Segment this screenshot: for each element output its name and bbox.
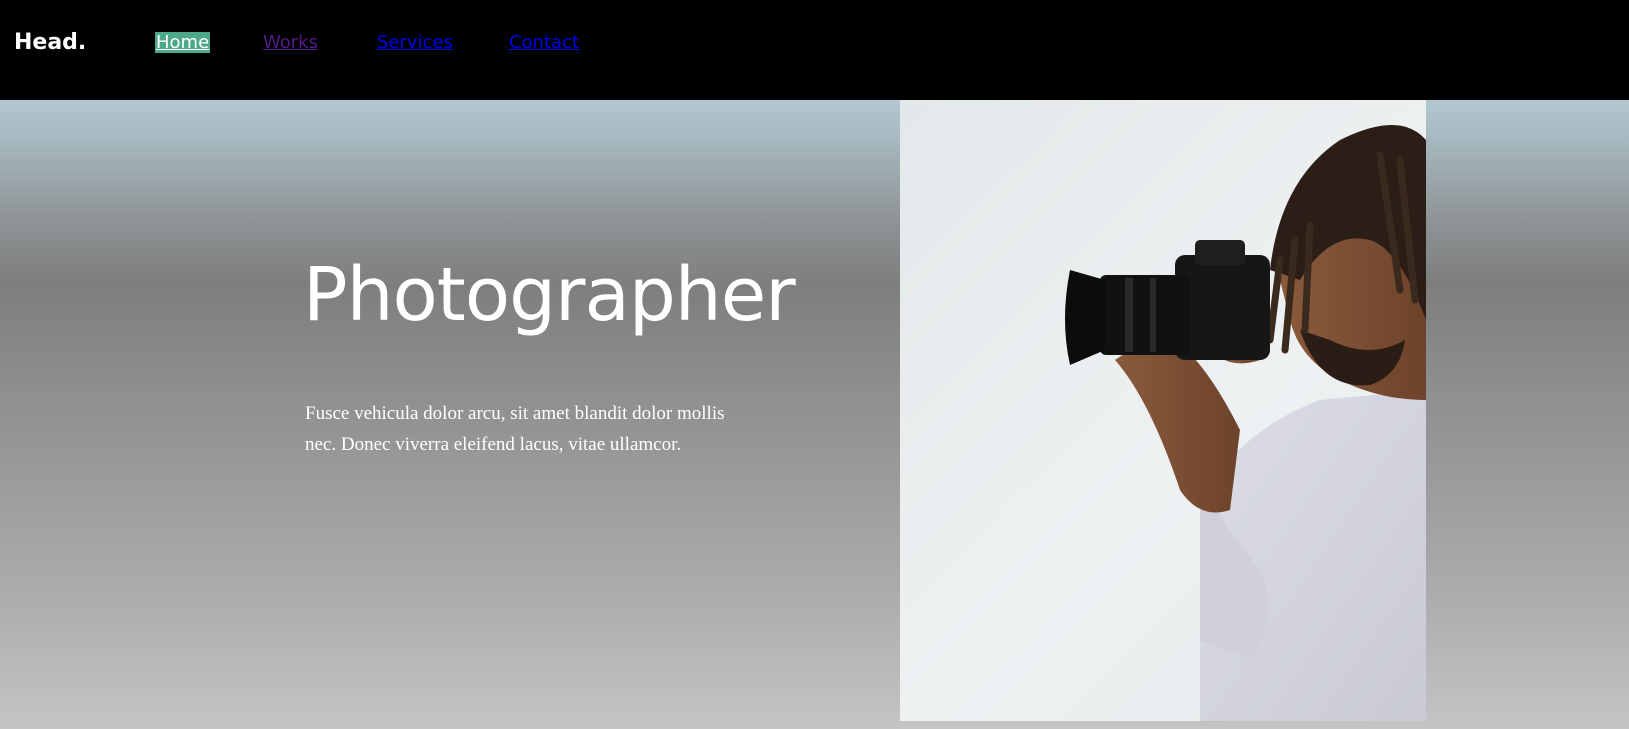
hero-description: Fusce vehicula dolor arcu, sit amet blan… [305, 403, 725, 455]
hero-title: Photographer [303, 252, 796, 338]
nav-link-home[interactable]: Home [155, 32, 211, 53]
nav-link-services[interactable]: Services [377, 32, 453, 53]
camera-lens-shape [1100, 275, 1190, 355]
photographer-illustration [1065, 125, 1426, 721]
lens-hood-shape [1065, 270, 1105, 365]
top-navbar: Head. Home Works Services Contact [0, 0, 1629, 100]
camera-top-shape [1195, 240, 1245, 265]
nav-link-contact[interactable]: Contact [509, 32, 579, 53]
site-logo[interactable]: Head. [14, 30, 86, 55]
lens-ring-shape-2 [1150, 278, 1156, 352]
hero-photo [900, 100, 1426, 721]
nav-link-works[interactable]: Works [263, 32, 318, 53]
lens-ring-shape [1125, 278, 1133, 352]
